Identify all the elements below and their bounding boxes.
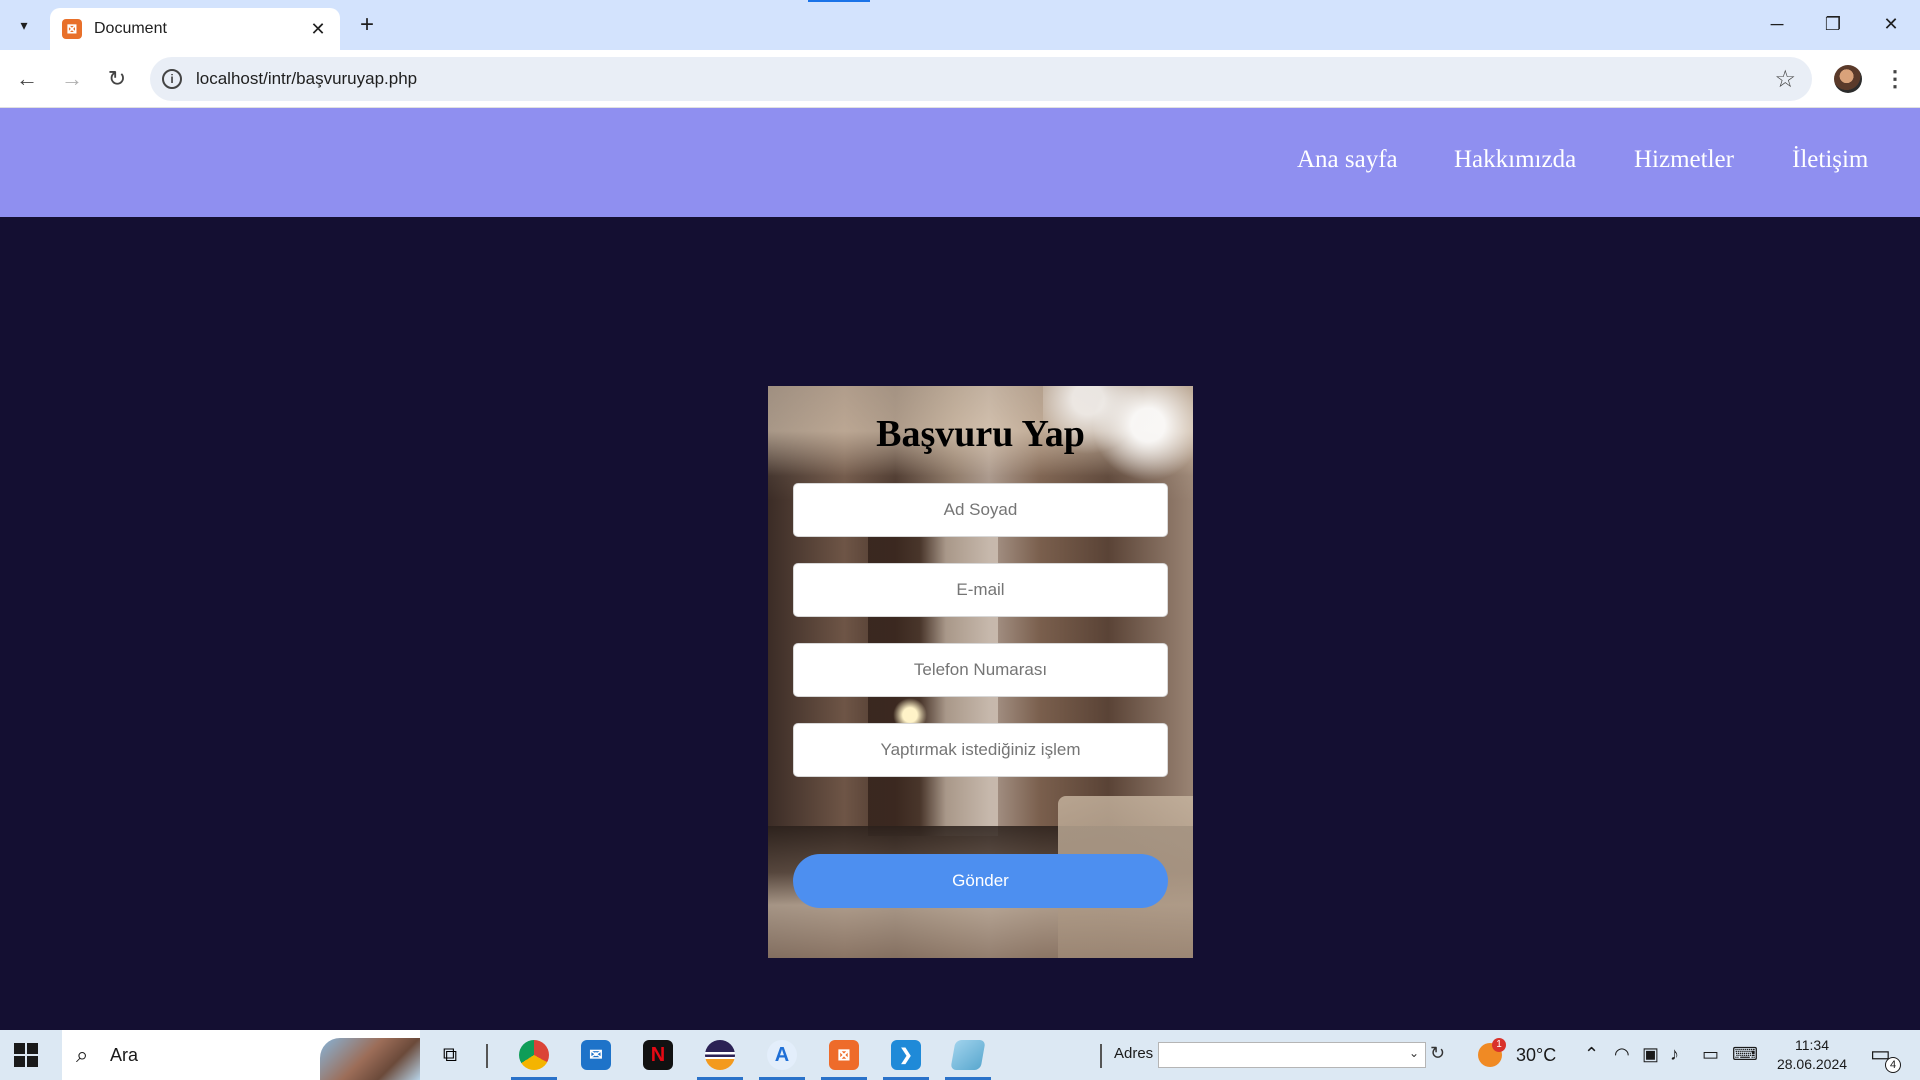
name-input[interactable]: [793, 483, 1168, 537]
windows-taskbar: ⌕ Ara ⧉ ✉ N A ⊠ ❯ Adres ⌄ ↻ 1 30°C ⌃ ◠ ▣…: [0, 1030, 1920, 1080]
browser-tab[interactable]: ⊠ Document ✕: [50, 8, 340, 50]
profile-avatar[interactable]: [1834, 65, 1862, 93]
taskbar-separator: [1100, 1044, 1102, 1068]
minimize-button[interactable]: ─: [1752, 6, 1802, 42]
wifi-icon[interactable]: ◠: [1614, 1044, 1630, 1065]
address-toolbar-label: Adres: [1114, 1045, 1154, 1062]
reload-button[interactable]: ↻: [100, 62, 134, 96]
tab-search-button[interactable]: ▾: [10, 11, 38, 39]
service-request-input[interactable]: [793, 723, 1168, 777]
vscode-logo: ❯: [891, 1040, 921, 1070]
netflix-logo: N: [643, 1040, 673, 1070]
app-store-icon[interactable]: A: [757, 1035, 807, 1080]
weather-alert-badge: 1: [1492, 1038, 1506, 1052]
xampp-icon: ⊠: [62, 19, 82, 39]
search-label: Ara: [110, 1045, 139, 1065]
browser-menu-icon[interactable]: ⋮: [1880, 62, 1910, 96]
refresh-icon[interactable]: ↻: [1430, 1043, 1445, 1064]
eclipse-icon[interactable]: [695, 1035, 745, 1080]
volume-muted-icon[interactable]: ♪: [1670, 1044, 1679, 1065]
chrome-logo: [519, 1040, 549, 1070]
mail-logo: ✉: [581, 1040, 611, 1070]
chrome-icon[interactable]: [509, 1035, 559, 1080]
back-button[interactable]: ←: [10, 62, 44, 96]
url-text[interactable]: localhost/intr/başvuruyap.php: [196, 69, 417, 89]
notepad-logo: [950, 1040, 986, 1070]
search-highlight-image: [320, 1038, 420, 1080]
address-toolbar-input[interactable]: ⌄: [1158, 1042, 1426, 1068]
task-view-icon[interactable]: ⧉: [425, 1035, 475, 1075]
submit-button[interactable]: Gönder: [793, 854, 1168, 908]
taskbar-separator: [486, 1044, 488, 1068]
meet-now-icon[interactable]: ▣: [1642, 1044, 1659, 1065]
loading-indicator: [808, 0, 870, 2]
nav-link-services[interactable]: Hizmetler: [1634, 146, 1734, 174]
browser-toolbar: ← → ↻ i localhost/intr/başvuruyap.php ☆ …: [0, 50, 1920, 108]
nav-link-home[interactable]: Ana sayfa: [1297, 146, 1398, 174]
vscode-icon[interactable]: ❯: [881, 1035, 931, 1080]
phone-input[interactable]: [793, 643, 1168, 697]
clock-time: 11:34: [1795, 1037, 1829, 1053]
keyboard-icon[interactable]: ⌨: [1732, 1044, 1758, 1065]
forward-button[interactable]: →: [55, 62, 89, 96]
notification-count-badge: 4: [1885, 1057, 1901, 1073]
email-input[interactable]: [793, 563, 1168, 617]
taskbar-search[interactable]: ⌕ Ara: [62, 1030, 420, 1080]
site-info-icon[interactable]: i: [162, 69, 182, 89]
nav-link-about[interactable]: Hakkımızda: [1454, 146, 1576, 174]
restore-button[interactable]: ❐: [1808, 6, 1858, 42]
notepad-icon[interactable]: [943, 1035, 993, 1080]
form-title: Başvuru Yap: [876, 413, 1085, 455]
clock-date: 28.06.2024: [1776, 1056, 1848, 1072]
chevron-down-icon[interactable]: ⌄: [1409, 1046, 1419, 1060]
bookmark-star-icon[interactable]: ☆: [1774, 65, 1796, 94]
app-store-logo: A: [767, 1040, 797, 1070]
xampp-logo: ⊠: [829, 1040, 859, 1070]
browser-tabstrip: ▾ ⊠ Document ✕ + ─ ❐ ✕: [0, 0, 1920, 50]
search-icon: ⌕: [76, 1042, 89, 1067]
close-window-button[interactable]: ✕: [1866, 6, 1916, 42]
tab-title: Document: [94, 20, 167, 37]
tray-overflow-icon[interactable]: ⌃: [1584, 1044, 1599, 1065]
nav-link-contact[interactable]: İletişim: [1792, 146, 1868, 174]
address-bar[interactable]: i localhost/intr/başvuruyap.php ☆: [150, 57, 1812, 101]
xampp-icon[interactable]: ⊠: [819, 1035, 869, 1080]
netflix-icon[interactable]: N: [633, 1035, 683, 1075]
eclipse-logo: [705, 1040, 735, 1070]
windows-start-icon[interactable]: [14, 1043, 38, 1067]
weather-temperature[interactable]: 30°C: [1516, 1045, 1556, 1066]
application-form: Başvuru Yap Gönder: [768, 386, 1193, 958]
mail-icon[interactable]: ✉: [571, 1035, 621, 1075]
site-header: Ana sayfa Hakkımızda Hizmetler İletişim: [0, 108, 1920, 217]
battery-icon[interactable]: ▭: [1702, 1044, 1719, 1065]
tab-close-icon[interactable]: ✕: [308, 19, 328, 40]
new-tab-button[interactable]: +: [352, 10, 382, 40]
system-clock[interactable]: 11:34 28.06.2024: [1770, 1036, 1854, 1074]
